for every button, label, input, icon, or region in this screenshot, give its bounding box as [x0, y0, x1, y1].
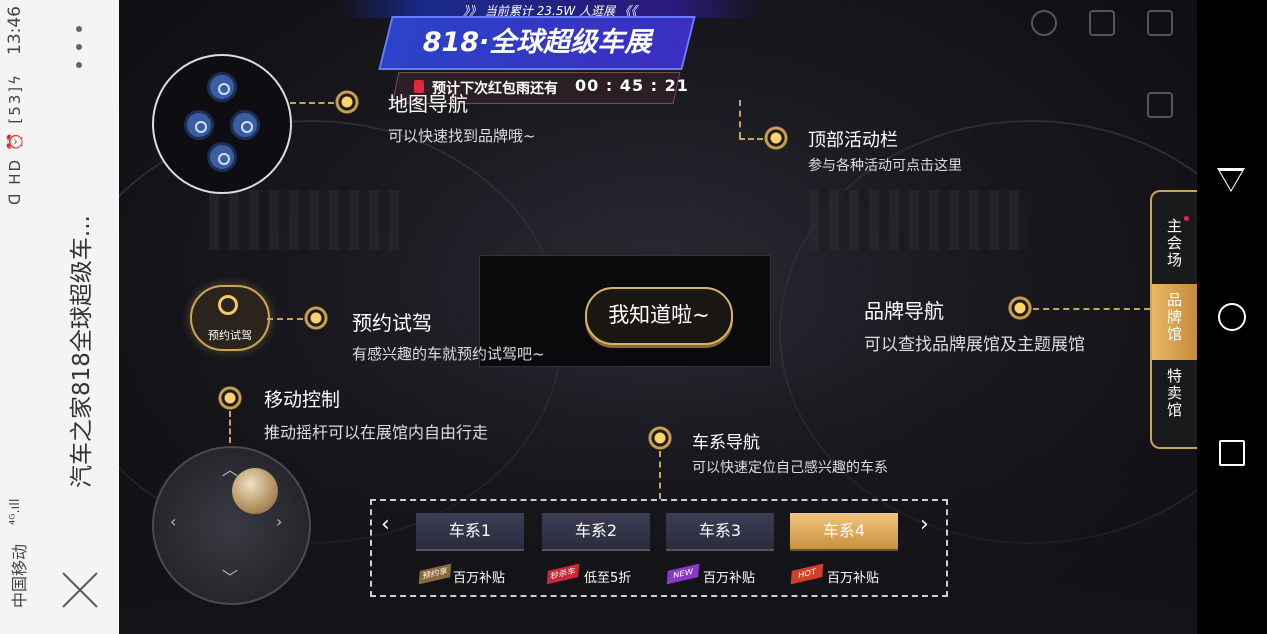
recent-apps-icon[interactable] — [1219, 440, 1245, 466]
series-button-2[interactable]: 车系2 — [542, 513, 650, 551]
carrier-label: 中国移动 — [10, 543, 29, 608]
connector-line — [659, 451, 661, 499]
status-bar: 中国移动 ⁴ᴳ.ıll ᗡ HD ⏰ [53]ϟ 13:46 汽车之家818全球… — [0, 0, 119, 634]
tab-label: 特卖馆 — [1166, 367, 1182, 419]
top-bar-guide-subtitle: 参与各种活动可点击这里 — [808, 158, 962, 174]
series-desc-4: 百万补贴 — [827, 571, 880, 586]
series-button-3[interactable]: 车系3 — [666, 513, 774, 551]
map-guide-title: 地图导航 — [388, 92, 468, 116]
tab-brand-hall[interactable]: 品牌馆 — [1152, 284, 1197, 360]
series-nav-guide-title: 车系导航 — [692, 433, 760, 453]
connector-line — [739, 100, 741, 138]
tab-label: 品牌馆 — [1166, 291, 1182, 343]
joystick-up-icon: ︿ — [222, 460, 239, 479]
battery-icon: [53]ϟ — [6, 72, 24, 124]
connector-line — [1033, 308, 1150, 310]
highlight-dot — [217, 385, 243, 411]
brand-nav-guide-subtitle: 可以查找品牌展馆及主题展馆 — [864, 335, 1085, 355]
series-desc-1: 百万补贴 — [453, 571, 506, 586]
sound-icon[interactable] — [1147, 10, 1173, 36]
back-icon-inner — [1220, 171, 1242, 190]
joystick-knob[interactable] — [232, 468, 278, 514]
highlight-dot — [334, 89, 360, 115]
highlight-dot — [1007, 295, 1033, 321]
series-nav-guide-subtitle: 可以快速定位自己感兴趣的车系 — [692, 460, 888, 476]
tab-label: 主会场 — [1166, 217, 1182, 269]
test-drive-guide-title: 预约试驾 — [352, 311, 432, 335]
timer-value: 00 : 45 : 21 — [575, 76, 689, 95]
tab-sale-hall[interactable]: 特卖馆 — [1152, 368, 1197, 428]
connector-line — [229, 411, 231, 443]
connector-line — [267, 318, 303, 320]
close-icon[interactable] — [60, 570, 100, 610]
headset-alarm-icon: ᗡ HD ⏰ — [6, 130, 24, 205]
clock: 13:46 — [5, 6, 25, 55]
background-panel — [209, 190, 409, 250]
map-guide-subtitle: 可以快速找到品牌哦~ — [388, 127, 536, 145]
test-drive-button[interactable]: 预约试驾 — [190, 285, 270, 351]
battery-level: 53 — [6, 92, 24, 116]
joystick-right-icon: › — [276, 512, 283, 531]
got-it-button[interactable]: 我知道啦~ — [585, 287, 733, 345]
series-desc-2: 低至5折 — [584, 571, 632, 586]
series-prev-icon[interactable]: ‹ — [381, 512, 390, 537]
more-menu-icon[interactable] — [70, 24, 88, 72]
test-drive-button-label: 预约试驾 — [208, 329, 252, 342]
series-desc-3: 百万补贴 — [703, 571, 756, 586]
joystick[interactable]: ︿ ﹀ ‹ › — [152, 446, 311, 605]
map-button[interactable] — [152, 54, 292, 194]
movement-guide-subtitle: 推动摇杆可以在展馆内自由行走 — [264, 423, 489, 442]
connector-line — [739, 138, 763, 140]
highlight-dot — [303, 305, 329, 331]
tab-main-venue[interactable]: 主会场 — [1152, 218, 1197, 278]
joystick-left-icon: ‹ — [170, 512, 177, 531]
edit-icon[interactable] — [1147, 92, 1173, 118]
movement-guide-title: 移动控制 — [264, 389, 341, 411]
series-button-1[interactable]: 车系1 — [416, 513, 524, 551]
profile-icon[interactable] — [1031, 10, 1057, 36]
home-icon[interactable] — [1218, 303, 1246, 331]
share-icon[interactable] — [1089, 10, 1115, 36]
venue-tabs: 主会场 品牌馆 特卖馆 — [1150, 190, 1199, 449]
system-status-icons: ᗡ HD ⏰ [53]ϟ — [6, 73, 24, 205]
series-next-icon[interactable]: › — [920, 512, 929, 537]
map-node — [207, 72, 237, 102]
map-node — [230, 110, 260, 140]
steering-wheel-icon — [218, 295, 238, 315]
map-node — [184, 110, 214, 140]
event-title: 818·全球超级车展 — [422, 27, 652, 58]
page-title: 汽车之家818全球超级车... — [69, 215, 95, 488]
brand-nav-guide-title: 品牌导航 — [864, 299, 944, 323]
joystick-down-icon: ﹀ — [222, 568, 239, 587]
connector-line — [290, 102, 334, 104]
map-node — [207, 142, 237, 172]
series-button-4[interactable]: 车系4 — [790, 513, 898, 551]
test-drive-guide-subtitle: 有感兴趣的车就预约试驾吧~ — [352, 345, 545, 363]
background-panel — [809, 190, 1029, 250]
signal-icon: ⁴ᴳ.ıll — [8, 498, 23, 525]
highlight-dot — [647, 425, 673, 451]
highlight-dot — [763, 125, 789, 151]
top-bar-guide-title: 顶部活动栏 — [808, 130, 898, 151]
